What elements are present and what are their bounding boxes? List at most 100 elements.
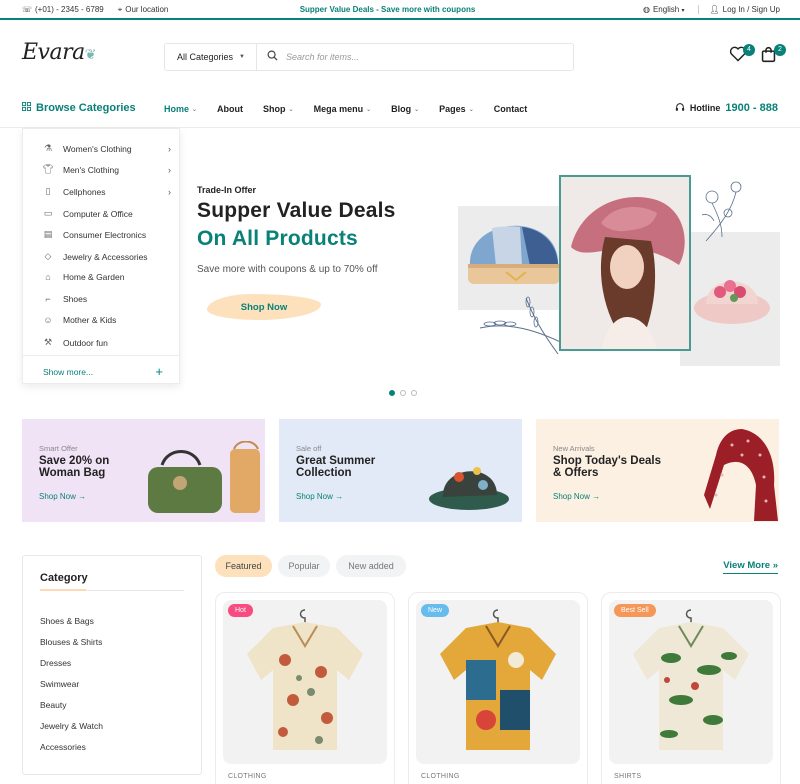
nav-blog[interactable]: Blog ⌄ — [391, 104, 419, 114]
category-item[interactable]: ▭ Computer & Office — [41, 208, 171, 219]
chevron-right-icon: › — [168, 164, 171, 175]
promo-shop-now-link[interactable]: Shop Now → — [553, 492, 600, 501]
product-image[interactable] — [416, 600, 580, 764]
carousel-dot[interactable] — [400, 390, 406, 396]
chevron-down-icon: ▾ — [681, 8, 685, 14]
carousel-dot[interactable] — [389, 390, 395, 396]
plus-icon[interactable]: + — [155, 364, 163, 379]
tab-new-added[interactable]: New added — [336, 555, 406, 577]
shoe-icon: ⌐ — [45, 294, 51, 304]
nav-pages[interactable]: Pages ⌄ — [439, 104, 474, 114]
category-item[interactable]: ⚗︎ Women's Clothing › — [41, 143, 171, 154]
sidebar-category-link[interactable]: Swimwear — [40, 679, 79, 689]
grid-icon — [22, 102, 31, 114]
scarf-image — [704, 429, 778, 521]
language-selector[interactable]: ◍ English ▾ — [643, 5, 684, 14]
monitor-icon: ▭ — [43, 208, 53, 218]
category-sidebar: Category Shoes & Bags Blouses & Shirts D… — [22, 555, 202, 775]
tab-featured[interactable]: Featured — [215, 555, 272, 577]
sidebar-category-link[interactable]: Blouses & Shirts — [40, 637, 102, 647]
main-nav: Home ⌄ About Shop ⌄ Mega menu ⌄ Blog ⌄ Pages… — [164, 104, 547, 114]
nav-contact[interactable]: Contact — [494, 104, 528, 114]
hotline[interactable]: Hotline 1900 - 888 — [675, 102, 778, 114]
category-item[interactable]: ◇ Jewelry & Accessories — [41, 251, 171, 262]
nav-about[interactable]: About — [217, 104, 243, 114]
sidebar-category-link[interactable]: Jewelry & Watch — [40, 721, 103, 731]
product-badge-best-sell: Best Sell — [614, 604, 656, 617]
chevron-down-icon: ⌄ — [288, 106, 294, 113]
home-icon: ⌂ — [45, 272, 51, 282]
beanie-hat-image — [468, 225, 560, 284]
dress-icon: ⚗︎ — [43, 143, 53, 153]
diamond-icon: ◇ — [44, 251, 52, 261]
show-more-link[interactable]: Show more... — [43, 367, 93, 377]
category-item[interactable]: ▯ Cellphones › — [41, 186, 171, 197]
sidebar-category-link[interactable]: Dresses — [40, 658, 71, 668]
tab-popular[interactable]: Popular — [278, 555, 330, 577]
electronics-icon: ▤ — [43, 229, 53, 239]
category-item[interactable]: ⚒ Outdoor fun — [41, 337, 171, 348]
promo-shop-now-link[interactable]: Shop Now → — [296, 492, 343, 501]
category-select[interactable]: All Categories ▼ — [165, 44, 257, 70]
category-item[interactable]: 👕︎ Men's Clothing › — [41, 164, 171, 175]
search-icon — [267, 50, 278, 64]
flower-illustration — [701, 181, 742, 242]
sidebar-category-link[interactable]: Accessories — [40, 742, 86, 752]
login-link[interactable]: 👤︎ Log In / Sign Up — [698, 5, 780, 14]
double-chevron-right-icon: » — [772, 560, 778, 571]
view-more-link[interactable]: View More » — [723, 560, 778, 574]
wishlist-count-badge: 4 — [743, 44, 755, 56]
sidebar-category-link[interactable]: Beauty — [40, 700, 66, 710]
product-image[interactable] — [609, 600, 773, 764]
bucket-hat-image — [429, 467, 509, 510]
category-item[interactable]: ☺ Mother & Kids — [41, 315, 171, 325]
chevron-down-icon: ⌄ — [366, 106, 372, 113]
nav-shop[interactable]: Shop ⌄ — [263, 104, 294, 114]
product-category[interactable]: CLOTHING — [228, 773, 267, 780]
hero-text: Save more with coupons & up to 70% off — [197, 264, 378, 275]
product-card[interactable]: Hot CLOTHING — [215, 592, 395, 784]
product-category[interactable]: SHIRTS — [614, 773, 641, 780]
straw-hat-image — [694, 280, 770, 324]
hero-model-image — [559, 175, 691, 351]
search-input[interactable] — [286, 52, 546, 62]
search-bar: All Categories ▼ — [164, 43, 574, 71]
category-item[interactable]: ⌐ Shoes — [41, 294, 171, 304]
product-category[interactable]: CLOTHING — [421, 773, 460, 780]
logo[interactable]: Evara❦ — [22, 40, 96, 65]
user-icon: 👤︎ — [709, 5, 720, 14]
category-item[interactable]: ⌂ Home & Garden — [41, 272, 171, 282]
category-dropdown: ⚗︎ Women's Clothing › 👕︎ Men's Clothing › ▯ C… — [22, 128, 180, 384]
hero-shop-now-button[interactable]: Shop Now — [207, 294, 321, 320]
promo-banner-bag[interactable]: Smart Offer Save 20% on Woman Bag Shop N… — [22, 419, 265, 522]
sidebar-category-link[interactable]: Shoes & Bags — [40, 616, 94, 626]
hero-title: Supper Value Deals — [197, 199, 396, 222]
browse-categories-button[interactable]: Browse Categories — [22, 102, 136, 114]
product-badge-hot: Hot — [228, 604, 253, 617]
chevron-right-icon: › — [168, 143, 171, 154]
category-item[interactable]: ▤ Consumer Electronics — [41, 229, 171, 240]
title-underline — [40, 589, 86, 591]
baby-icon: ☺ — [43, 315, 53, 325]
carousel-dots — [389, 390, 417, 396]
globe-icon: ◍ — [642, 5, 650, 14]
headset-icon — [675, 102, 685, 114]
chevron-down-icon: ⌄ — [468, 106, 474, 113]
product-image[interactable] — [223, 600, 387, 764]
leaf-icon: ❦ — [84, 47, 97, 63]
carousel-dot[interactable] — [411, 390, 417, 396]
shirt-icon: 👕︎ — [42, 164, 54, 174]
chevron-right-icon: › — [168, 186, 171, 197]
product-card[interactable]: New CLOTHING — [408, 592, 588, 784]
promo-shop-now-link[interactable]: Shop Now → — [39, 492, 86, 501]
promo-banner-summer[interactable]: Sale off Great Summer Collection Shop No… — [279, 419, 522, 522]
chevron-down-icon: ▼ — [239, 54, 245, 60]
nav-mega-menu[interactable]: Mega menu ⌄ — [314, 104, 372, 114]
chevron-down-icon: ⌄ — [414, 106, 420, 113]
chevron-down-icon: ⌄ — [192, 106, 198, 113]
cart-count-badge: 2 — [774, 44, 786, 56]
promo-banner-deals[interactable]: New Arrivals Shop Today's Deals & Offers… — [536, 419, 779, 522]
divider — [23, 355, 179, 356]
nav-home[interactable]: Home ⌄ — [164, 104, 197, 114]
product-card[interactable]: Best Sell SHIRTS — [601, 592, 781, 784]
